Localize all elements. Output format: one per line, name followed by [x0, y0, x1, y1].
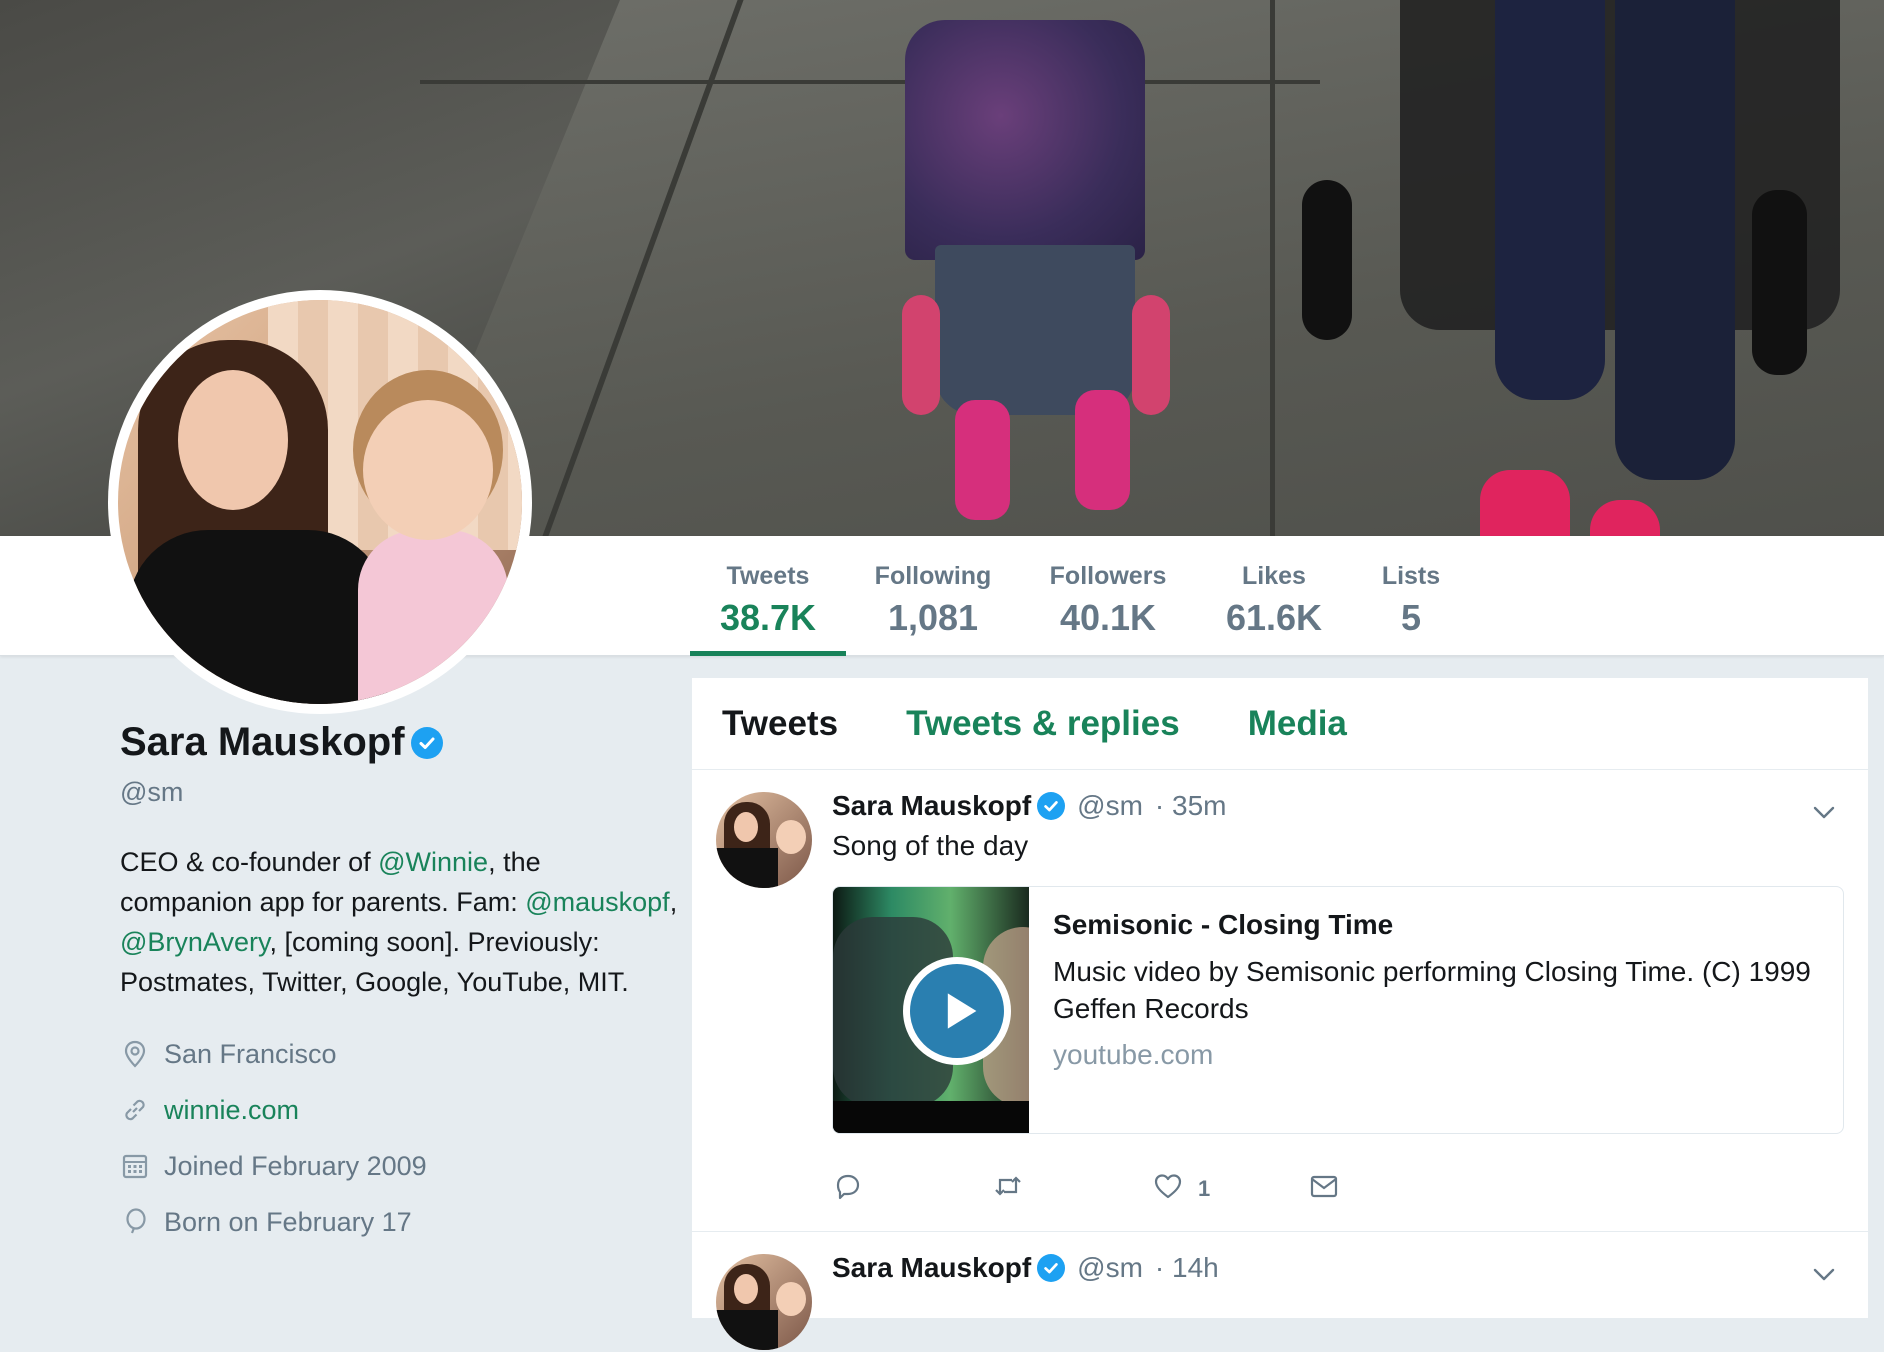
tweet-avatar[interactable] [716, 792, 812, 888]
timeline: Tweets Tweets & replies Media Sara Mausk… [692, 678, 1868, 1350]
retweet-button[interactable] [992, 1170, 1024, 1207]
profile-bio: CEO & co-founder of @Winnie, the compani… [120, 842, 680, 1002]
stat-value: 61.6K [1225, 597, 1323, 638]
link-card[interactable]: Semisonic - Closing Time Music video by … [832, 886, 1844, 1134]
play-icon[interactable] [903, 957, 1011, 1065]
balloon-icon [120, 1207, 150, 1237]
reply-button[interactable] [832, 1170, 864, 1207]
tweet-timestamp[interactable]: · 14h [1155, 1252, 1219, 1284]
tweet-author-handle[interactable]: @sm [1077, 790, 1143, 822]
direct-message-button[interactable] [1308, 1170, 1340, 1207]
born-text: Born on February 17 [164, 1206, 412, 1237]
like-count: 1 [1198, 1175, 1211, 1201]
verified-badge-icon [1037, 792, 1066, 820]
chevron-down-icon[interactable] [1810, 798, 1838, 826]
bio-text: CEO & co-founder of [120, 847, 379, 877]
profile-avatar[interactable] [108, 290, 532, 714]
tab-tweets-and-replies[interactable]: Tweets & replies [906, 704, 1180, 744]
tweet-header: Sara Mauskopf @sm · 14h [832, 1252, 1219, 1284]
profile-joined: Joined February 2009 [120, 1138, 680, 1194]
verified-badge-icon [1037, 1254, 1066, 1282]
calendar-icon [120, 1151, 150, 1181]
location-text: San Francisco [164, 1038, 337, 1069]
card-description: Music video by Semisonic performing Clos… [1053, 956, 1811, 1024]
mention-link[interactable]: @BrynAvery [120, 927, 269, 957]
timeline-tabs: Tweets Tweets & replies Media [692, 678, 1868, 770]
stat-label: Tweets [726, 562, 810, 590]
tweet-avatar[interactable] [716, 1254, 812, 1350]
stat-value: 1,081 [887, 597, 979, 638]
tweet-timestamp[interactable]: · 35m [1155, 790, 1227, 822]
stat-label: Following [874, 562, 992, 590]
retweet-icon [992, 1170, 1024, 1207]
profile-name[interactable]: Sara Mauskopf [120, 720, 405, 765]
reply-icon [832, 1170, 864, 1207]
stat-likes[interactable]: Likes 61.6K [1216, 536, 1332, 656]
card-title: Semisonic - Closing Time [1053, 909, 1394, 940]
verified-badge-icon [410, 726, 443, 759]
tweet[interactable]: Sara Mauskopf @sm · 35m Song of the day … [692, 770, 1868, 1232]
tab-media[interactable]: Media [1248, 704, 1347, 744]
stat-label: Likes [1242, 562, 1306, 590]
tweet[interactable]: Sara Mauskopf @sm · 14h [692, 1232, 1868, 1352]
website-link[interactable]: winnie.com [164, 1095, 299, 1126]
bio-text: , [669, 887, 678, 917]
stat-label: Followers [1049, 562, 1167, 590]
heart-icon [1152, 1170, 1184, 1207]
tweet-author-name[interactable]: Sara Mauskopf [832, 790, 1031, 822]
profile-handle[interactable]: @sm [120, 777, 680, 808]
like-button[interactable]: 1 [1152, 1170, 1210, 1207]
stat-followers[interactable]: Followers 40.1K [1042, 536, 1174, 656]
profile-birthdate: Born on February 17 [120, 1194, 680, 1250]
chevron-down-icon[interactable] [1810, 1260, 1838, 1288]
card-domain: youtube.com [1053, 1039, 1214, 1070]
location-pin-icon [120, 1039, 150, 1069]
tweet-author-handle[interactable]: @sm [1077, 1252, 1143, 1284]
stat-following[interactable]: Following 1,081 [868, 536, 998, 656]
stat-value: 5 [1400, 597, 1422, 638]
profile-header-card: Sara Mauskopf @sm CEO & co-founder of @W… [120, 720, 680, 1250]
tweet-actions: 1 [832, 1170, 1468, 1207]
stat-value: 40.1K [1059, 597, 1157, 638]
link-icon [120, 1095, 150, 1125]
tweet-text: Song of the day [832, 830, 1029, 861]
video-thumbnail[interactable] [833, 887, 1030, 1133]
avatar-image [118, 300, 522, 704]
profile-website: winnie.com [120, 1082, 680, 1138]
stat-value: 38.7K [719, 597, 817, 638]
joined-text: Joined February 2009 [164, 1150, 427, 1181]
tab-tweets[interactable]: Tweets [722, 704, 838, 744]
stat-tweets[interactable]: Tweets 38.7K [690, 536, 846, 656]
profile-location: San Francisco [120, 1026, 680, 1082]
mention-link[interactable]: @Winnie [378, 847, 488, 877]
tweet-author-name[interactable]: Sara Mauskopf [832, 1252, 1031, 1284]
mention-link[interactable]: @mauskopf [525, 887, 669, 917]
tweet-header: Sara Mauskopf @sm · 35m [832, 790, 1227, 822]
envelope-icon [1308, 1170, 1340, 1207]
stat-label: Lists [1381, 562, 1441, 590]
stat-lists[interactable]: Lists 5 [1374, 536, 1448, 656]
